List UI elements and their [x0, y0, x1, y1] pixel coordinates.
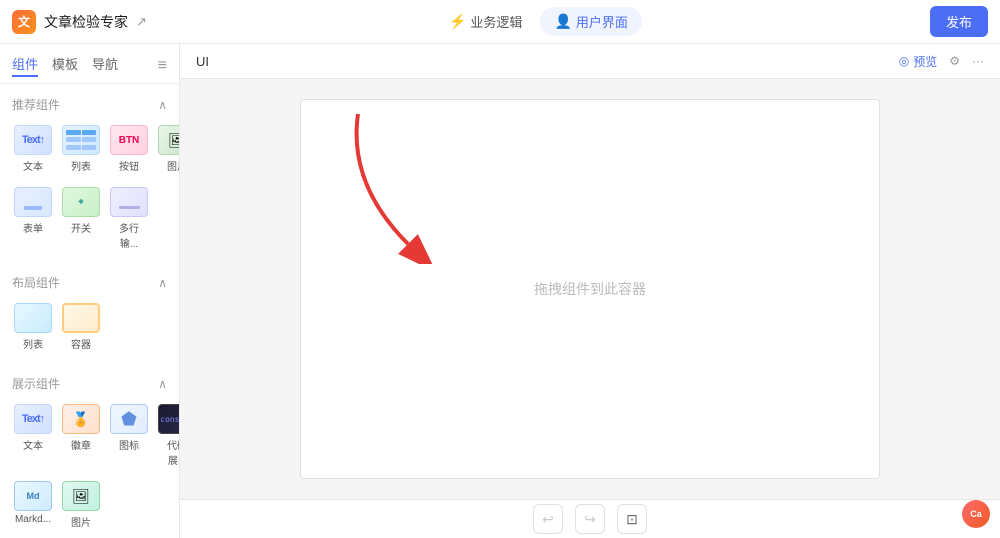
list-layout-label: 列表 [23, 336, 43, 351]
sidebar-tabs-group: 组件 模板 导航 [12, 54, 118, 77]
redo-button[interactable]: ↪ [575, 504, 605, 534]
preview-button[interactable]: ◎ 预览 [899, 53, 938, 70]
component-list-layout[interactable]: 列表 [12, 299, 54, 355]
form-label: 表单 [23, 220, 43, 235]
multiline-icon [110, 187, 148, 217]
section-display: 展示组件 ∧ Text↑ 文本 徽章 ⬟ 图标 const{} 代码 [0, 363, 179, 538]
section-layout-title: 布局组件 [12, 274, 60, 291]
avatar: Ca [962, 500, 990, 528]
recommended-grid: Text↑ 文本 列表 BTN 按钮 图片 [12, 121, 167, 254]
component-button-1[interactable]: BTN 按钮 [108, 121, 150, 177]
component-form-1[interactable]: 表单 [12, 183, 54, 254]
preview-icon: ◎ [899, 54, 909, 68]
topbar-center: ⚡ 业务逻辑 👤 用户界面 [435, 7, 642, 36]
save-button[interactable]: ⊡ [617, 504, 647, 534]
code-label: 代码展... [158, 437, 180, 467]
settings-button[interactable]: ⚙ [949, 54, 960, 68]
nav-business-logic[interactable]: ⚡ 业务逻辑 [435, 7, 536, 36]
sidebar-tab-bar: 组件 模板 导航 ≡ [0, 44, 179, 84]
app-logo: 文 [12, 10, 36, 34]
drop-hint: 拖拽组件到此容器 [534, 279, 646, 299]
component-code[interactable]: const{} 代码展... [156, 400, 180, 471]
image-label-2: 图片 [71, 514, 91, 529]
code-icon: const{} [158, 404, 180, 434]
main-content: 组件 模板 导航 ≡ 推荐组件 ∧ Text↑ 文本 [0, 44, 1000, 538]
external-link-icon[interactable]: ↗ [136, 14, 147, 30]
container-label: 容器 [71, 336, 91, 351]
form-icon [14, 187, 52, 217]
canvas-header: UI ◎ 预览 ⚙ ··· [180, 44, 1000, 79]
tab-templates[interactable]: 模板 [52, 54, 78, 77]
canvas-header-actions: ◎ 预览 ⚙ ··· [899, 53, 984, 70]
publish-button[interactable]: 发布 [930, 6, 988, 37]
logo-icon: 文 [18, 13, 30, 30]
section-recommended-title: 推荐组件 [12, 96, 60, 113]
logic-icon: ⚡ [449, 13, 466, 30]
layout-grid: 列表 容器 [12, 299, 167, 355]
component-list-1[interactable]: 列表 [60, 121, 102, 177]
app-title: 文章检验专家 [44, 12, 128, 32]
section-display-header: 展示组件 ∧ [12, 375, 167, 392]
image-icon [158, 125, 180, 155]
component-image-1[interactable]: 图片 [156, 121, 180, 177]
markdown-label: Markd... [15, 514, 51, 525]
icon-comp-icon: ⬟ [110, 404, 148, 434]
list-label: 列表 [71, 158, 91, 173]
tab-components[interactable]: 组件 [12, 54, 38, 77]
canvas-title: UI [196, 54, 209, 69]
user-icon: 👤 [554, 13, 571, 30]
button-label: 按钮 [119, 158, 139, 173]
tab-navigation[interactable]: 导航 [92, 54, 118, 77]
text-icon: Text↑ [14, 125, 52, 155]
undo-button[interactable]: ↩ [533, 504, 563, 534]
text-label: 文本 [23, 158, 43, 173]
component-markdown[interactable]: Md Markd... [12, 477, 54, 533]
topbar: 文 文章检验专家 ↗ ⚡ 业务逻辑 👤 用户界面 发布 [0, 0, 1000, 44]
component-text-2[interactable]: Text↑ 文本 [12, 400, 54, 471]
section-recommended-header: 推荐组件 ∧ [12, 96, 167, 113]
component-badge[interactable]: 徽章 [60, 400, 102, 471]
section-display-title: 展示组件 [12, 375, 60, 392]
switch-label: 开关 [71, 220, 91, 235]
container-icon [62, 303, 100, 333]
section-recommended-toggle[interactable]: ∧ [158, 98, 167, 112]
button-icon: BTN [110, 125, 148, 155]
canvas-drop-zone[interactable]: 拖拽组件到此容器 [300, 99, 880, 479]
component-switch-1[interactable]: 开关 [60, 183, 102, 254]
more-button[interactable]: ··· [972, 54, 984, 68]
component-icon-comp[interactable]: ⬟ 图标 [108, 400, 150, 471]
image-icon-2 [62, 481, 100, 511]
canvas-footer: ↩ ↪ ⊡ [180, 499, 1000, 538]
icon-comp-label: 图标 [119, 437, 139, 452]
collapse-icon[interactable]: ≡ [158, 57, 167, 75]
topbar-right: 发布 [930, 6, 988, 37]
badge-icon [62, 404, 100, 434]
text-icon-2: Text↑ [14, 404, 52, 434]
section-display-toggle[interactable]: ∧ [158, 377, 167, 391]
canvas-body: 拖拽组件到此容器 [180, 79, 1000, 499]
image-label: 图片 [167, 158, 180, 173]
multiline-label: 多行输... [110, 220, 148, 250]
sidebar: 组件 模板 导航 ≡ 推荐组件 ∧ Text↑ 文本 [0, 44, 180, 538]
component-image-2[interactable]: 图片 [60, 477, 102, 533]
list-layout-icon [14, 303, 52, 333]
section-layout-header: 布局组件 ∧ [12, 274, 167, 291]
section-layout: 布局组件 ∧ 列表 容器 [0, 262, 179, 363]
component-multiline-1[interactable]: 多行输... [108, 183, 150, 254]
component-text-1[interactable]: Text↑ 文本 [12, 121, 54, 177]
badge-label: 徽章 [71, 437, 91, 452]
display-grid: Text↑ 文本 徽章 ⬟ 图标 const{} 代码展... Md Ma [12, 400, 167, 533]
list-icon [62, 125, 100, 155]
section-layout-toggle[interactable]: ∧ [158, 276, 167, 290]
text-label-2: 文本 [23, 437, 43, 452]
avatar-text: Ca [970, 509, 982, 519]
topbar-left: 文 文章检验专家 ↗ [12, 10, 147, 34]
markdown-icon: Md [14, 481, 52, 511]
nav-user-interface[interactable]: 👤 用户界面 [540, 7, 641, 36]
switch-icon [62, 187, 100, 217]
section-recommended: 推荐组件 ∧ Text↑ 文本 列表 BTN [0, 84, 179, 262]
component-container[interactable]: 容器 [60, 299, 102, 355]
canvas-area: UI ◎ 预览 ⚙ ··· 拖拽组件到此容器 ↩ ↪ ⊡ Ca [180, 44, 1000, 538]
